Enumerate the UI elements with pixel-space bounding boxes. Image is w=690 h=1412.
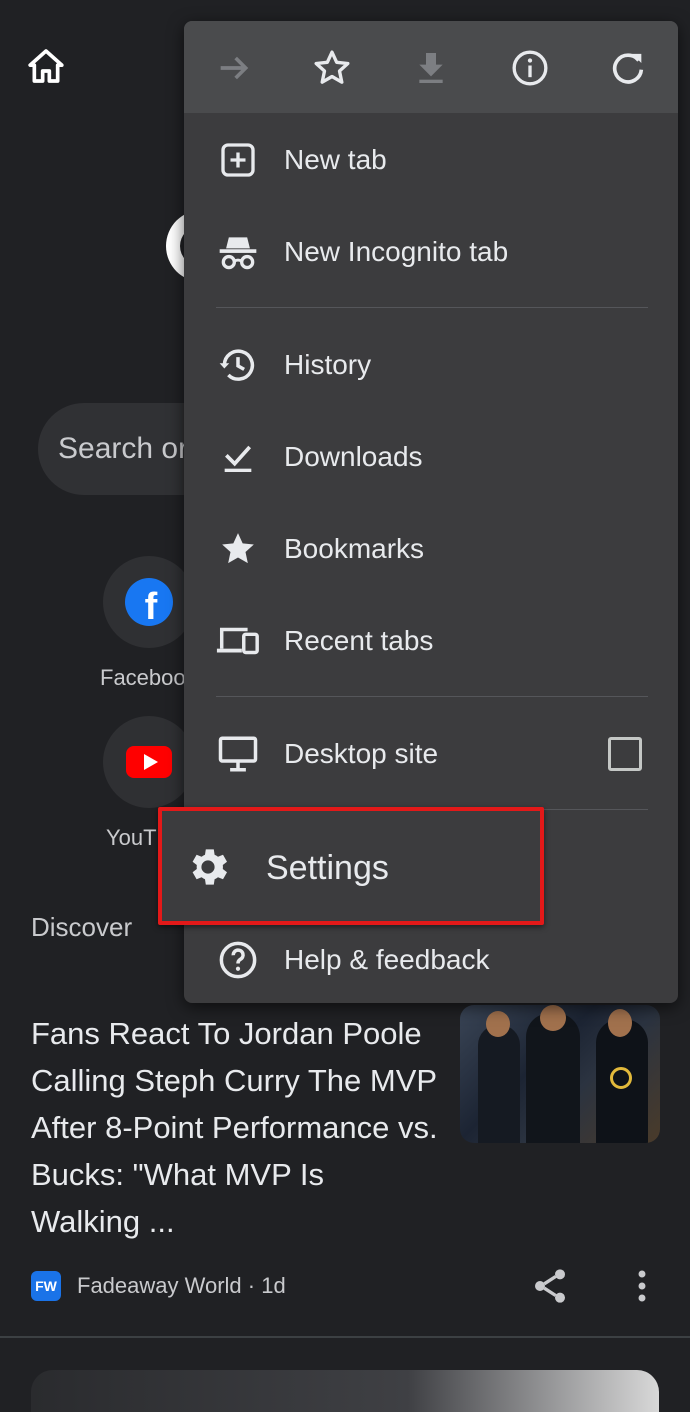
- menu-item-label: New Incognito tab: [284, 236, 509, 267]
- shortcut-label: YouT: [106, 825, 157, 850]
- search-placeholder: Search or: [58, 432, 189, 465]
- menu-item-downloads[interactable]: Downloads: [184, 411, 678, 503]
- menu-toolbar: [184, 21, 678, 113]
- download-page-button[interactable]: [407, 44, 455, 92]
- shortcut-facebook[interactable]: f: [103, 556, 195, 648]
- menu-item-bookmarks[interactable]: Bookmarks: [184, 503, 678, 595]
- shortcut-youtube[interactable]: [103, 716, 195, 808]
- discover-heading: Discover: [31, 912, 133, 942]
- menu-item-label: Downloads: [284, 441, 423, 472]
- menu-item-history[interactable]: History: [184, 319, 678, 411]
- more-vert-icon: [638, 1270, 646, 1302]
- share-icon: [535, 1269, 565, 1303]
- article-title[interactable]: Fans React To Jordan Poole Calling Steph…: [31, 1010, 441, 1245]
- more-options-button[interactable]: [626, 1266, 658, 1306]
- menu-item-label: History: [284, 349, 372, 380]
- menu-item-label: Settings: [266, 849, 389, 887]
- new-tab-icon: [214, 136, 262, 184]
- gear-icon: [184, 843, 232, 891]
- article-source: FW Fadeaway World · 1d: [31, 1270, 286, 1302]
- article-thumbnail[interactable]: [460, 1005, 660, 1143]
- devices-icon: [214, 617, 262, 665]
- facebook-icon: f: [125, 578, 173, 626]
- menu-item-recent-tabs[interactable]: Recent tabs: [184, 595, 678, 687]
- menu-item-label: Recent tabs: [284, 625, 434, 656]
- desktop-monitor-icon: [214, 730, 262, 778]
- menu-item-label: Bookmarks: [284, 533, 425, 564]
- article-source-text: Fadeaway World · 1d: [77, 1273, 286, 1298]
- home-button[interactable]: [24, 44, 68, 88]
- menu-item-help-feedback[interactable]: Help & feedback: [184, 914, 678, 1003]
- page-info-button[interactable]: [506, 44, 554, 92]
- info-icon: [512, 50, 548, 86]
- feed-divider: [0, 1336, 690, 1338]
- bookmark-star-button[interactable]: [308, 44, 356, 92]
- menu-item-label: New tab: [284, 144, 387, 175]
- share-button[interactable]: [530, 1266, 570, 1306]
- shortcut-label: Faceboo: [100, 665, 186, 690]
- menu-item-new-incognito-tab[interactable]: New Incognito tab: [184, 206, 678, 298]
- download-icon: [419, 53, 443, 83]
- star-filled-icon: [214, 525, 262, 573]
- downloads-check-icon: [214, 433, 262, 481]
- forward-button[interactable]: [210, 44, 258, 92]
- incognito-icon: [214, 228, 262, 276]
- publisher-logo: FW: [31, 1271, 61, 1301]
- home-icon: [28, 49, 64, 83]
- star-outline-icon: [314, 50, 350, 84]
- menu-item-settings[interactable]: Settings: [158, 807, 544, 925]
- next-article-card[interactable]: [31, 1370, 659, 1412]
- forward-icon: [220, 56, 249, 80]
- menu-divider: [216, 696, 648, 697]
- menu-divider: [216, 307, 648, 308]
- menu-item-label: Help & feedback: [284, 944, 490, 975]
- menu-item-desktop-site[interactable]: Desktop site: [184, 708, 678, 800]
- desktop-site-checkbox[interactable]: [608, 737, 642, 771]
- youtube-icon: [126, 746, 172, 778]
- history-icon: [214, 341, 262, 389]
- refresh-icon: [612, 53, 644, 84]
- menu-item-label: Desktop site: [284, 738, 439, 769]
- help-icon: [214, 936, 262, 984]
- menu-item-new-tab[interactable]: New tab: [184, 114, 678, 206]
- reload-button[interactable]: [604, 44, 652, 92]
